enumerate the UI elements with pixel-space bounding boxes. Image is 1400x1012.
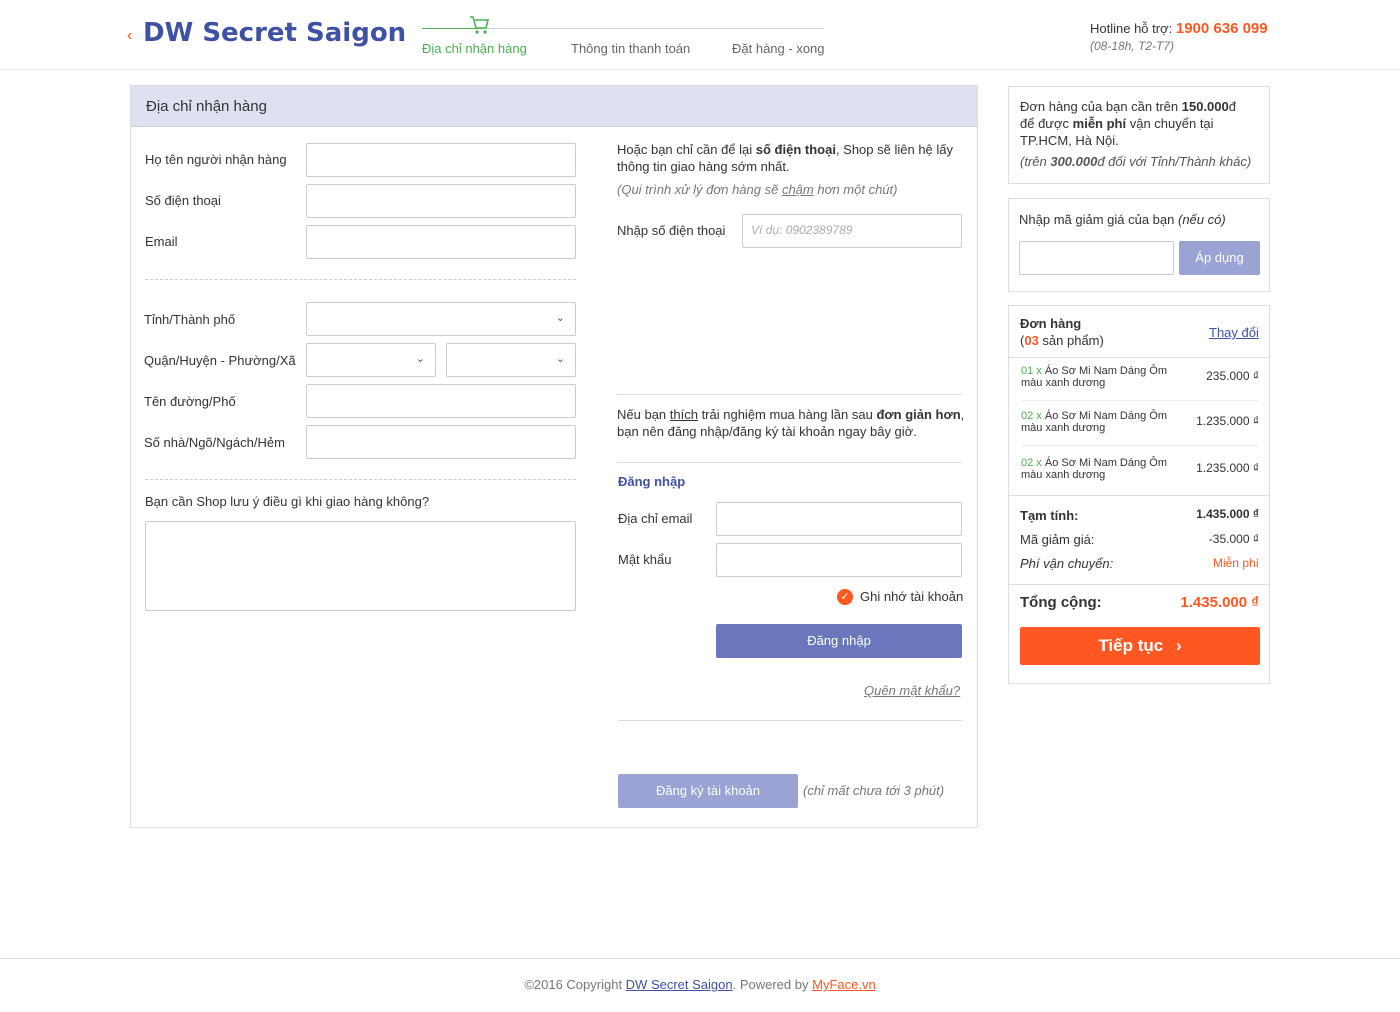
login-password-label: Mật khẩu <box>618 552 672 567</box>
city-select[interactable]: ⌄ <box>306 302 576 336</box>
house-label: Số nhà/Ngõ/Ngách/Hẻm <box>144 435 285 450</box>
address-panel: Địa chỉ nhận hàng Họ tên người nhận hàng… <box>130 85 978 828</box>
hotline-label: Hotline hỗ trợ: <box>1090 21 1173 36</box>
footer: ©2016 Copyright DW Secret Saigon. Powere… <box>0 958 1400 1012</box>
order-title: Đơn hàng <box>1020 316 1082 331</box>
divider <box>617 462 962 463</box>
name-label: Họ tên người nhận hàng <box>145 152 287 167</box>
checkout-steps: Địa chỉ nhận hàng Thông tin thanh toán Đ… <box>422 14 825 64</box>
register-note: (chỉ mất chưa tới 3 phút) <box>803 783 945 798</box>
login-button[interactable]: Đăng nhập <box>716 624 962 658</box>
phone-label: Số điện thoại <box>145 193 221 208</box>
login-email-input[interactable] <box>716 502 962 536</box>
coupon-box: Nhập mã giảm giá của bạn (nếu có) Áp dụn… <box>1008 198 1270 292</box>
step-payment: Thông tin thanh toán <box>571 41 691 56</box>
district-label: Quận/Huyện - Phường/Xã <box>144 353 296 368</box>
divider <box>618 720 963 721</box>
chevron-right-icon: › <box>1175 636 1182 655</box>
street-label: Tên đường/Phố <box>144 394 236 409</box>
hotline-number[interactable]: 1900 636 099 <box>1176 20 1268 37</box>
phone-input[interactable] <box>306 184 576 218</box>
divider <box>1009 357 1269 358</box>
quick-phone-label: Nhập số điện thoại <box>617 223 726 238</box>
street-input[interactable] <box>306 384 576 418</box>
subtotal-value: 1.435.000 ₫ <box>1196 507 1259 521</box>
chevron-down-icon: ⌄ <box>555 312 565 324</box>
login-intro: Nếu bạn thích trải nghiệm mua hàng lần s… <box>617 407 965 439</box>
order-summary-box: Đơn hàng (03 sản phẩm) Thay đổi 01 x Áo … <box>1008 305 1270 684</box>
shipping-info-note: (trên 300.000đ đối với Tỉnh/Thành khác) <box>1020 154 1252 169</box>
quick-phone-input[interactable]: Ví dụ: 0902389789 <box>742 214 962 248</box>
divider <box>145 479 576 480</box>
quick-phone-intro: Hoặc bạn chỉ cần để lại số điện thoại, S… <box>617 142 954 174</box>
total-value: 1.435.000 ₫ <box>1180 594 1259 611</box>
email-input[interactable] <box>306 225 576 259</box>
discount-label: Mã giảm giá: <box>1020 532 1095 547</box>
name-input[interactable] <box>306 143 576 177</box>
copyright-text: ©2016 Copyright <box>524 977 626 992</box>
shipping-fee-label: Phí vận chuyển: <box>1020 556 1114 571</box>
coupon-input[interactable] <box>1019 241 1174 275</box>
brand-logo[interactable]: DW Secret Saigon <box>143 18 406 48</box>
divider <box>145 279 576 280</box>
login-email-label: Địa chỉ email <box>618 511 693 526</box>
house-input[interactable] <box>306 425 576 459</box>
cart-icon <box>470 16 490 34</box>
step-address: Địa chỉ nhận hàng <box>422 41 527 56</box>
step-done: Đặt hàng - xong <box>732 41 825 56</box>
shipping-fee-value: Miễn phí <box>1212 556 1259 570</box>
myface-link[interactable]: MyFace.vn <box>812 977 876 992</box>
chevron-down-icon: ⌄ <box>415 353 425 365</box>
continue-button[interactable]: Tiếp tục › <box>1020 627 1260 665</box>
email-label: Email <box>145 234 178 249</box>
footer-brand-link[interactable]: DW Secret Saigon <box>626 977 733 992</box>
divider <box>617 394 962 395</box>
item-price: 235.000 ₫ <box>1206 369 1259 383</box>
checkbox-checked-icon[interactable]: ✓ <box>837 589 853 605</box>
order-count: (03 sản phẩm) <box>1020 333 1104 348</box>
shipping-info-text: Đơn hàng của bạn cần trên 150.000đ để đư… <box>1020 99 1236 148</box>
subtotal-label: Tạm tính: <box>1020 508 1079 523</box>
district-select[interactable]: ⌄ <box>306 343 436 377</box>
login-title: Đăng nhập <box>618 474 686 489</box>
login-password-input[interactable] <box>716 543 962 577</box>
divider <box>1021 445 1259 446</box>
item-price: 1.235.000 ₫ <box>1196 414 1259 428</box>
register-button[interactable]: Đăng ký tài khoản <box>618 774 798 808</box>
divider <box>1009 495 1269 496</box>
forgot-password-link[interactable]: Quên mật khẩu? <box>864 683 960 698</box>
divider <box>1021 400 1259 401</box>
quick-phone-note: (Qui trình xử lý đơn hàng sẽ chậm hơn mộ… <box>617 182 898 197</box>
hotline-hours: (08-18h, T2-T7) <box>1090 39 1175 53</box>
powered-text: . Powered by <box>732 977 813 992</box>
ward-select[interactable]: ⌄ <box>446 343 576 377</box>
continue-label: Tiếp tục <box>1098 636 1164 655</box>
chevron-left-icon[interactable]: ‹ <box>127 27 132 45</box>
header: ‹ DW Secret Saigon Địa chỉ nhận hàng Thô… <box>0 0 1400 70</box>
divider <box>1009 584 1269 585</box>
item-price: 1.235.000 ₫ <box>1196 461 1259 475</box>
chevron-down-icon: ⌄ <box>555 353 565 365</box>
coupon-label: Nhập mã giảm giá của bạn (nếu có) <box>1019 212 1226 227</box>
remember-label: Ghi nhớ tài khoản <box>860 589 964 604</box>
apply-coupon-button[interactable]: Áp dụng <box>1179 241 1260 275</box>
note-label: Bạn cần Shop lưu ý điều gì khi giao hàng… <box>145 494 430 509</box>
change-order-link[interactable]: Thay đổi <box>1209 324 1259 341</box>
note-textarea[interactable] <box>145 521 576 611</box>
address-panel-title: Địa chỉ nhận hàng <box>131 86 977 127</box>
total-label: Tổng cộng: <box>1020 594 1102 611</box>
city-label: Tỉnh/Thành phố <box>144 312 236 327</box>
discount-value: -35.000 ₫ <box>1208 532 1259 546</box>
hotline: Hotline hỗ trợ: 1900 636 099 <box>1090 20 1268 37</box>
shipping-info-box: Đơn hàng của bạn cần trên 150.000đ để đư… <box>1008 86 1270 184</box>
